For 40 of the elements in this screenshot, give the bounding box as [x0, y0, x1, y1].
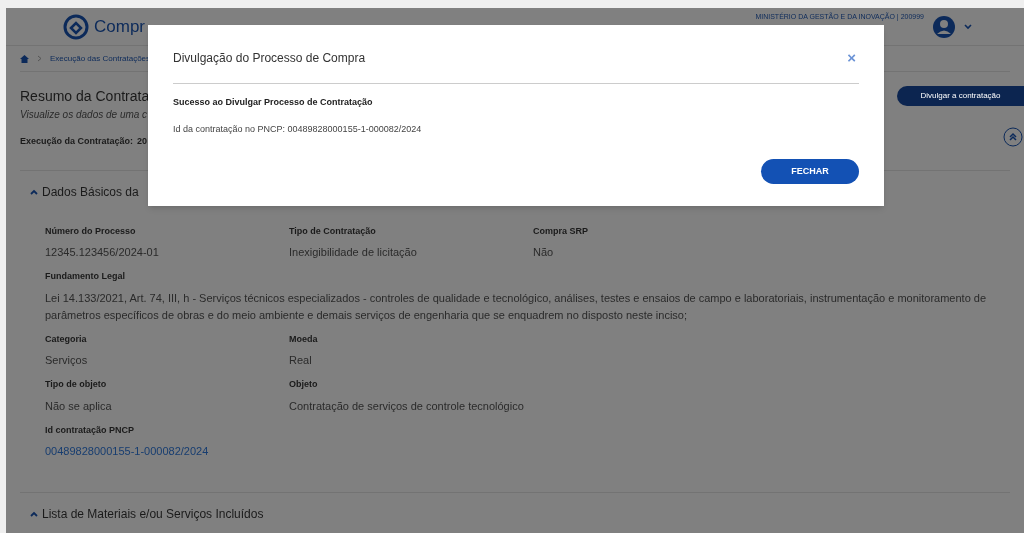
- logo-icon: [62, 12, 90, 41]
- section-title[interactable]: Dados Básicos da: [42, 182, 139, 201]
- pncp-id-link[interactable]: 00489828000155-1-000082/2024: [45, 443, 289, 460]
- field-value: Não: [533, 245, 555, 260]
- caret-up-icon[interactable]: [30, 510, 38, 517]
- field-label: Compra SRP: [533, 224, 589, 238]
- execution-label: Execução da Contratação:: [20, 135, 134, 148]
- scroll-up-icon[interactable]: [1003, 127, 1023, 147]
- page-subtitle: Visualize os dados de uma c: [20, 108, 149, 122]
- field-value: Não se aplica: [45, 398, 113, 414]
- caret-up-icon[interactable]: [30, 188, 38, 195]
- close-button[interactable]: ×: [847, 46, 856, 70]
- success-message: Id da contratação no PNCP: 00489828000155-1-000082/2024: [173, 122, 423, 136]
- execution-value: 20: [137, 135, 148, 148]
- field-label: Objeto: [289, 378, 319, 391]
- close-dialog-button[interactable]: FECHAR: [761, 159, 859, 184]
- modal-title: Divulgação do Processo de Compra: [173, 50, 366, 67]
- breadcrumb-link[interactable]: Execução das Contratações: [50, 52, 151, 65]
- chevron-down-icon[interactable]: [964, 23, 972, 30]
- field-value: Inexigibilidade de licitação: [289, 245, 418, 260]
- chevron-right-icon: [37, 55, 42, 62]
- logo-text: Compr: [94, 15, 145, 38]
- publish-button[interactable]: Divulgar a contratação: [897, 86, 1024, 106]
- field-value: Contratação de serviços de controle tecnológico: [289, 398, 525, 414]
- home-icon[interactable]: [20, 54, 29, 63]
- section-title[interactable]: Lista de Materiais e/ou Serviços Incluídos: [42, 504, 264, 523]
- field-value: Lei 14.133/2021, Art. 74, III, h - Serviços técnicos especializados - controles de qualidade e tecnológico, análises, testes e ensaios de campo e laboratoriais, instrumentação e monitoramento de parâmetros específicos de obras e do meio ambiente e demais serviços de engenharia que se enquadrem no disposto neste inciso;: [45, 290, 988, 323]
- field-label: Moeda: [289, 332, 319, 346]
- page-title: Resumo da Contrata: [20, 87, 150, 106]
- field-value: 12345.123456/2024-01: [45, 245, 160, 260]
- success-heading: Sucesso ao Divulgar Processo de Contratação: [173, 96, 374, 109]
- field-value: Real: [289, 353, 313, 368]
- field-value: Serviços: [45, 353, 89, 368]
- field-label: Tipo de Contratação: [289, 224, 377, 238]
- field-label: Id contratação PNCP: [45, 423, 136, 437]
- field-label: Fundamento Legal: [45, 270, 126, 283]
- user-avatar-icon[interactable]: [932, 14, 956, 39]
- field-label: Número do Processo: [45, 224, 137, 238]
- field-label: Tipo de objeto: [45, 378, 108, 391]
- field-label: Categoria: [45, 332, 88, 346]
